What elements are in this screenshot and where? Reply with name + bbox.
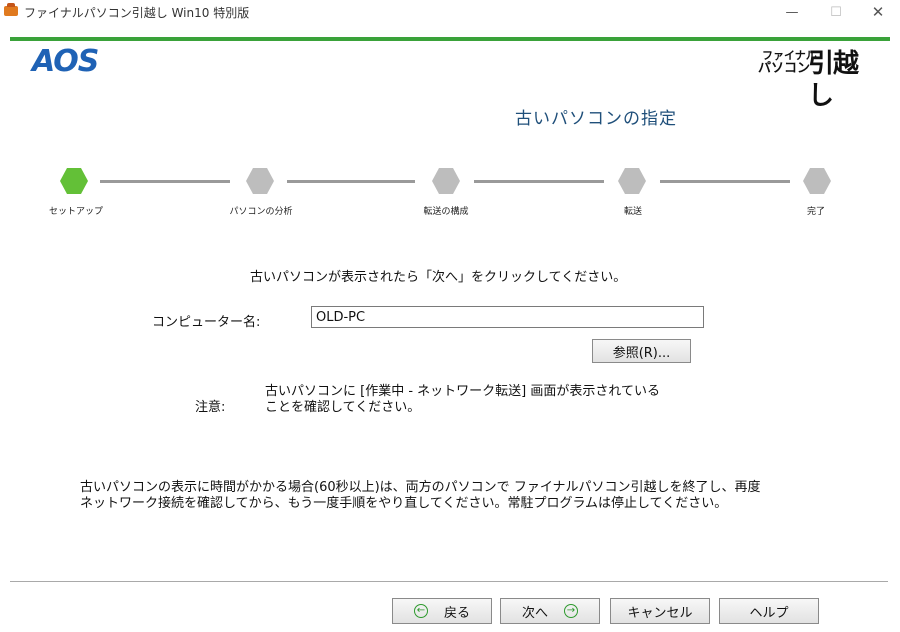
step-label-transfer-config: 転送の構成: [423, 207, 469, 217]
step-label-transfer: 転送: [623, 207, 643, 217]
back-button[interactable]: ← 戻る: [392, 598, 492, 624]
aos-logo: AOS: [32, 44, 99, 79]
minimize-button[interactable]: —: [772, 0, 812, 24]
step-label-setup: セットアップ: [48, 207, 104, 217]
step-indicator-setup: [60, 168, 88, 194]
instruction-text: 古いパソコンが表示されたら「次へ」をクリックしてください。: [250, 270, 627, 285]
maximize-button[interactable]: ☐: [816, 0, 856, 24]
title-bar: ファイナルパソコン引越し Win10 特別版 — ☐ ✕: [0, 0, 900, 24]
step-indicator-complete: [803, 168, 831, 194]
computer-name-input[interactable]: [311, 306, 704, 328]
step-progress: セットアップ パソコンの分析 転送の構成 転送 完了: [0, 160, 900, 220]
help-button[interactable]: ヘルプ: [719, 598, 819, 624]
note-text: 古いパソコンに [作業中 - ネットワーク転送] 画面が表示されている ことを確…: [265, 384, 705, 416]
step-label-analysis: パソコンの分析: [229, 207, 293, 217]
product-logo-line2: パソコン: [758, 61, 811, 76]
step-connector: [287, 180, 415, 183]
footer-divider: [10, 581, 888, 582]
browse-button[interactable]: 参照(R)...: [592, 339, 691, 363]
back-button-label: 戻る: [443, 605, 470, 621]
next-button-label: 次へ: [521, 605, 548, 621]
step-indicator-transfer: [618, 168, 646, 194]
window-title: ファイナルパソコン引越し Win10 特別版: [24, 6, 250, 20]
step-indicator-analysis: [246, 168, 274, 194]
step-connector: [660, 180, 790, 183]
right-arrow-circle-icon: →: [564, 604, 578, 618]
note-label: 注意:: [195, 400, 226, 415]
close-button[interactable]: ✕: [858, 0, 898, 24]
next-button[interactable]: 次へ →: [500, 598, 600, 624]
step-indicator-transfer-config: [432, 168, 460, 194]
help-text: 古いパソコンの表示に時間がかかる場合(60秒以上)は、両方のパソコンで ファイナ…: [80, 480, 840, 512]
product-logo: ファイナル パソコン 引越し: [758, 48, 870, 111]
note-line: ことを確認してください。: [265, 400, 421, 415]
step-label-complete: 完了: [806, 207, 826, 217]
step-connector: [474, 180, 604, 183]
cancel-button[interactable]: キャンセル: [610, 598, 710, 624]
help-text-line: 古いパソコンの表示に時間がかかる場合(60秒以上)は、両方のパソコンで ファイナ…: [80, 480, 761, 495]
help-text-line: ネットワーク接続を確認してから、もう一度手順をやり直してください。常駐プログラム…: [80, 496, 728, 511]
page-title: 古いパソコンの指定: [515, 109, 677, 129]
computer-name-label: コンピューター名:: [152, 315, 261, 330]
note-line: 古いパソコンに [作業中 - ネットワーク転送] 画面が表示されている: [265, 384, 660, 399]
left-arrow-circle-icon: ←: [413, 604, 428, 618]
step-connector: [100, 180, 230, 183]
header-accent-rule: [10, 37, 890, 41]
product-logo-main: 引越し: [808, 49, 859, 111]
app-icon: [4, 3, 18, 16]
